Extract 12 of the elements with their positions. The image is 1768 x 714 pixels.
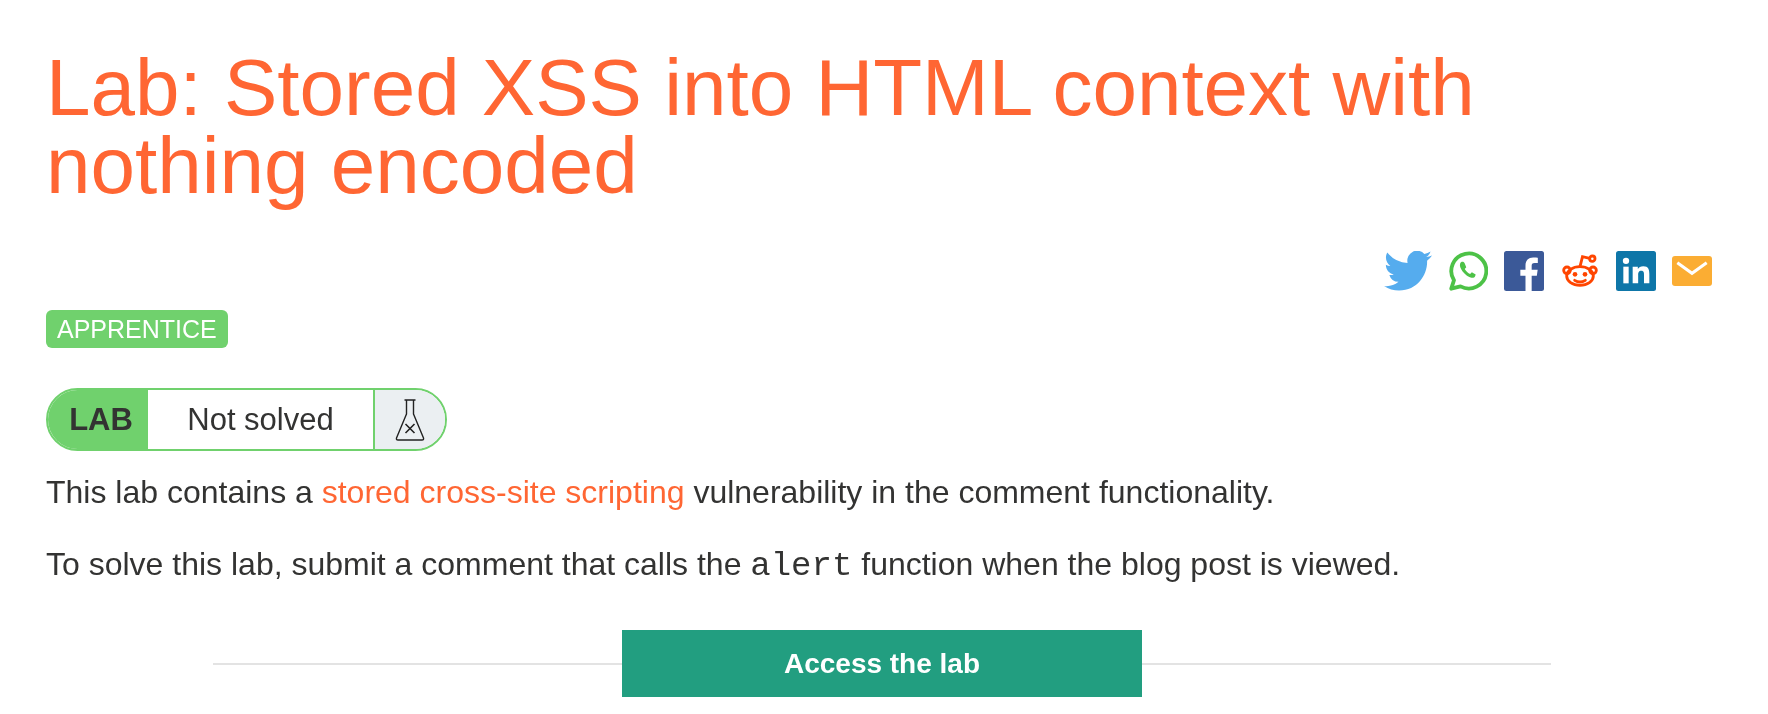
facebook-icon[interactable]	[1504, 251, 1544, 291]
twitter-icon[interactable]	[1384, 251, 1432, 291]
level-badge: APPRENTICE	[46, 310, 228, 348]
description-text: To solve this lab, submit a comment that calls the alert function when the blog post is viewed.	[46, 545, 1401, 586]
text-link[interactable]: stored cross-site scripting	[321, 474, 685, 510]
email-icon[interactable]	[1672, 256, 1712, 286]
access-lab-button[interactable]: Access the lab	[622, 630, 1142, 697]
description-text: This lab contains a stored cross-site scripting vulnerability in the comment functionality.	[46, 473, 1275, 512]
whatsapp-icon[interactable]	[1448, 251, 1488, 291]
linkedin-icon[interactable]	[1616, 251, 1656, 291]
lab-label: LAB	[48, 390, 148, 449]
page-title: Lab: Stored XSS into HTML context with nothing encoded	[46, 42, 1476, 212]
